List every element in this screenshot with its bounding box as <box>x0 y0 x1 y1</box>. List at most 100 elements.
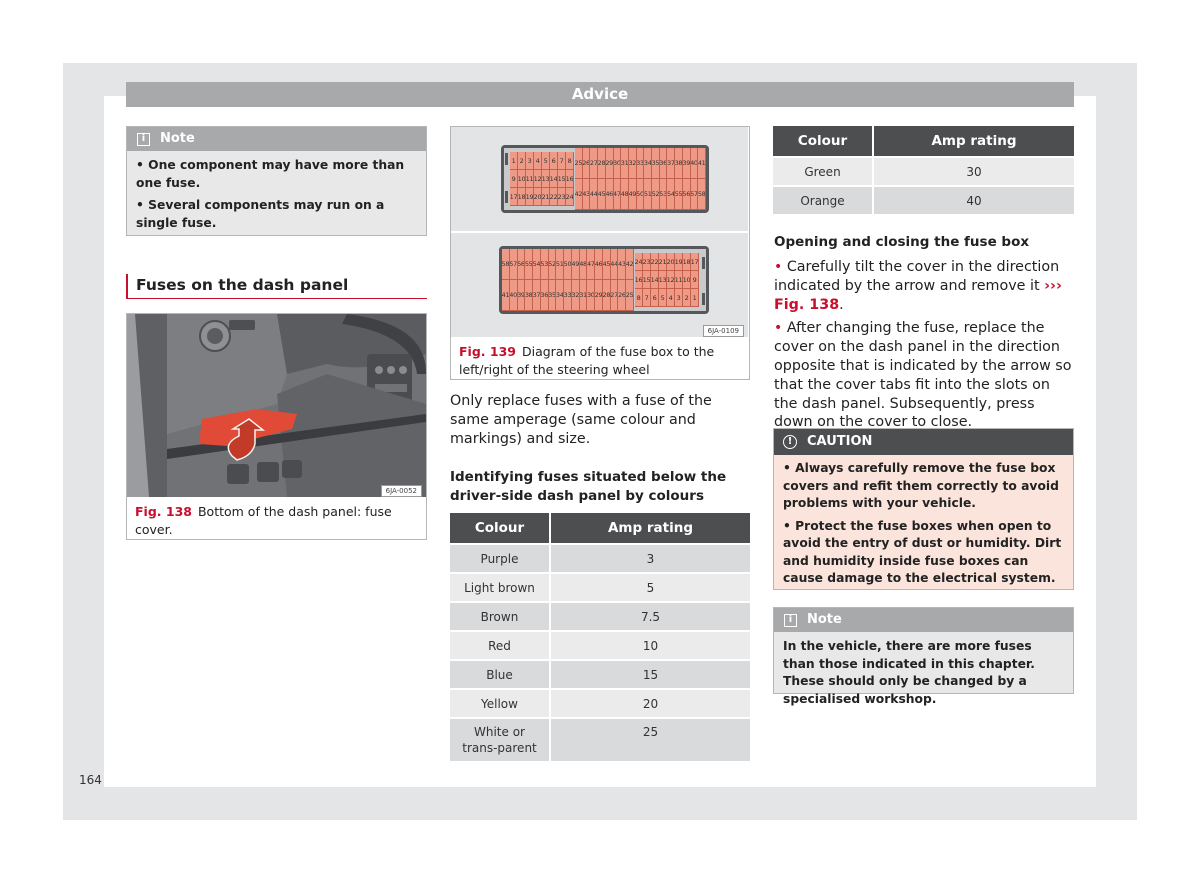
caution-body: • Always carefully remove the fuse box c… <box>774 455 1073 593</box>
fuse-slot: 7 <box>558 152 566 170</box>
fuse-slot: 17 <box>510 188 518 206</box>
opening-heading: Opening and closing the fuse box <box>774 234 1030 250</box>
fuse-slot: 44 <box>590 179 599 210</box>
fuse-slot: 38 <box>525 280 534 311</box>
fuse-slot: 8 <box>635 289 643 307</box>
amp-cell: 25 <box>551 719 750 761</box>
colour-cell: Blue <box>450 661 549 688</box>
fuse-slot: 37 <box>667 148 676 179</box>
fuse-slot: 1 <box>510 152 518 170</box>
fuse-slot: 9 <box>691 271 699 289</box>
column-header-amp: Amp rating <box>874 126 1074 156</box>
fuse-slot: 11 <box>526 170 534 188</box>
table-row: Brown 7.5 <box>450 603 750 630</box>
figure-number: Fig. 139 <box>459 344 516 359</box>
fuse-slot: 22 <box>550 188 558 206</box>
caution-title: CAUTION <box>807 434 873 449</box>
fuse-slot: 24 <box>635 253 643 271</box>
fuse-slot: 31 <box>579 280 588 311</box>
table-row: Green 30 <box>773 158 1074 185</box>
dash-panel-illustration <box>127 314 426 497</box>
fuse-slot: 47 <box>613 179 622 210</box>
note-header: i Note <box>774 608 1073 632</box>
fuse-slot: 20 <box>534 188 542 206</box>
caution-box: ! CAUTION • Always carefully remove the … <box>773 428 1074 590</box>
fuse-slot: 19 <box>526 188 534 206</box>
fuse-slot: 15 <box>558 170 566 188</box>
table-row: Purple 3 <box>450 545 750 572</box>
fuse-slot: 15 <box>643 271 651 289</box>
table-subheading: Identifying fuses situated below the dri… <box>450 469 727 504</box>
note-text: In the vehicle, there are more fuses tha… <box>783 639 1035 706</box>
fuse-slot: 45 <box>598 179 606 210</box>
fuse-slot: 30 <box>587 280 596 311</box>
opening-steps: • Carefully tilt the cover in the direct… <box>774 258 1074 432</box>
fuse-slot: 51 <box>556 249 565 280</box>
table-row: White or trans-parent 25 <box>450 719 750 761</box>
fuse-slot: 1 <box>691 289 699 307</box>
figure-caption: Fig. 139 Diagram of the fuse box to the l… <box>451 339 749 382</box>
fusebox-top: 1 2 3 4 5 6 7 8 9 10 11 12 13 14 15 16 17 18 19 20 21 22 23 24 … <box>501 145 709 213</box>
fuse-slot: 10 <box>518 170 526 188</box>
figure-caption: Fig. 138 Bottom of the dash panel: fuse c… <box>127 499 426 542</box>
fuse-slot: 45 <box>602 249 611 280</box>
step-text: Carefully tilt the cover in the directio… <box>774 259 1060 294</box>
fuse-slot: 28 <box>602 280 611 311</box>
table-header-row: Colour Amp rating <box>450 513 750 543</box>
page-number: 164 <box>79 773 102 787</box>
fuse-slot: 37 <box>533 280 541 311</box>
fuse-slot: 52 <box>652 179 660 210</box>
fusebox-clip <box>505 191 508 203</box>
fuse-slot: 58 <box>502 249 510 280</box>
fuse-slot: 55 <box>525 249 534 280</box>
fuse-slot: 46 <box>595 249 603 280</box>
fuse-slot: 18 <box>518 188 526 206</box>
column-header-amp: Amp rating <box>551 513 750 543</box>
fuse-slot: 29 <box>605 148 614 179</box>
fuse-slot: 12 <box>534 170 542 188</box>
fusebox-clip <box>702 257 705 269</box>
fuse-slot: 48 <box>579 249 588 280</box>
note-item: • One component may have more than one f… <box>136 158 405 190</box>
table-row: Yellow 20 <box>450 690 750 717</box>
note-header: i Note <box>127 127 426 151</box>
fuse-slot: 56 <box>517 249 526 280</box>
fuse-slot: 21 <box>659 253 667 271</box>
bullet-icon: • <box>774 320 783 337</box>
amp-cell: 5 <box>551 574 750 601</box>
fuse-slot: 50 <box>564 249 572 280</box>
fuse-slot: 5 <box>542 152 550 170</box>
note-item: • Several components may run on a single… <box>136 198 385 230</box>
fuse-slot: 9 <box>510 170 518 188</box>
replace-fuse-paragraph: Only replace fuses with a fuse of the sa… <box>450 393 712 447</box>
fuse-slot: 33 <box>636 148 645 179</box>
colour-cell: Light brown <box>450 574 549 601</box>
fusebox-panel-bottom: 58 57 56 55 54 53 52 51 50 49 48 47 46 45 44 43 42 41 40 39… <box>451 233 748 337</box>
caution-item: • Protect the fuse boxes when open to av… <box>783 518 1062 586</box>
fuse-slot: 49 <box>571 249 580 280</box>
fuse-slot: 42 <box>626 249 634 280</box>
amp-cell: 3 <box>551 545 750 572</box>
fuse-slot: 36 <box>659 148 668 179</box>
fuse-block-small: 1 2 3 4 5 6 7 8 9 10 11 12 13 14 15 16 17 18 19 20 21 22 23 24 <box>510 152 574 206</box>
fuse-slot: 58 <box>698 179 706 210</box>
fuse-slot: 53 <box>540 249 549 280</box>
column-header-colour: Colour <box>450 513 549 543</box>
fuse-slot: 36 <box>540 280 549 311</box>
fuse-slot: 3 <box>526 152 534 170</box>
colour-cell: Yellow <box>450 690 549 717</box>
fusebox-panel-top: 1 2 3 4 5 6 7 8 9 10 11 12 13 14 15 16 17 18 19 20 21 22 23 24 … <box>451 127 748 231</box>
fuse-slot: 57 <box>509 249 518 280</box>
caution-header: ! CAUTION <box>774 429 1073 455</box>
fuse-slot: 6 <box>651 289 659 307</box>
colour-cell: White or trans-parent <box>450 719 549 761</box>
fuse-slot: 31 <box>621 148 629 179</box>
step-item: • After changing the fuse, replace the c… <box>774 319 1074 432</box>
fuse-slot: 25 <box>626 280 634 311</box>
fusebox-clip <box>505 153 508 165</box>
fuse-slot: 14 <box>651 271 659 289</box>
figure-number: Fig. 138 <box>135 504 192 519</box>
fuse-slot: 13 <box>542 170 550 188</box>
note-title: Note <box>160 131 195 146</box>
fuse-slot: 16 <box>635 271 643 289</box>
